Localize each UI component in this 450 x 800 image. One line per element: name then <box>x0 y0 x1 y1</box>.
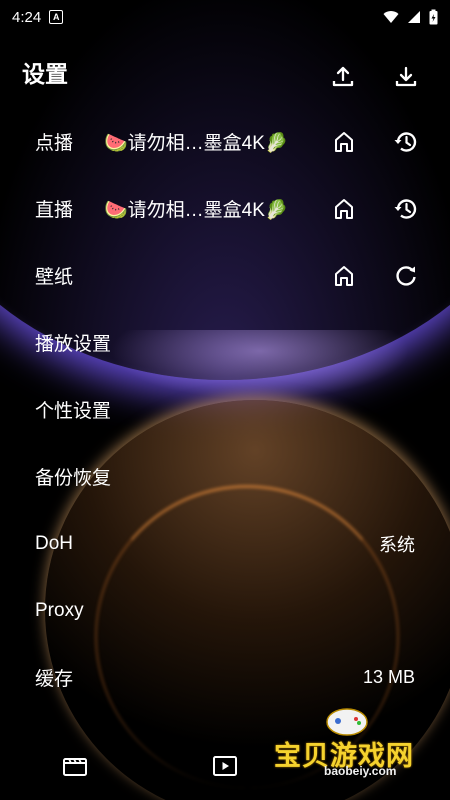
upload-icon <box>332 66 354 87</box>
row-personalization[interactable]: 个性设置 <box>0 376 450 443</box>
battery-icon <box>429 9 438 25</box>
row-cache[interactable]: 缓存 13 MB <box>0 644 450 711</box>
upload-button[interactable] <box>323 57 363 97</box>
wifi-icon <box>383 11 399 23</box>
vod-history-button[interactable] <box>388 124 424 160</box>
signal-icon <box>408 11 420 23</box>
settings-header: 设置 <box>0 45 450 105</box>
home-icon <box>335 265 353 286</box>
download-icon <box>395 66 417 87</box>
gamepad-icon <box>326 708 368 736</box>
row-label: 点播 <box>35 133 74 154</box>
row-label: 直播 <box>35 200 74 221</box>
row-label: Proxy <box>35 599 84 621</box>
watermark-url: baobeiy.com <box>324 764 397 778</box>
watermark-logo: 宝贝游戏网 baobeiy.com <box>264 704 414 784</box>
row-label: 备份恢复 <box>35 468 112 489</box>
home-icon <box>335 131 353 152</box>
status-time: 4:24 <box>12 8 42 26</box>
vod-source-selector[interactable]: 🍉请勿相…墨盒4K🥬 <box>104 128 289 155</box>
row-label: 缓存 <box>35 669 74 690</box>
live-home-button[interactable] <box>326 191 362 227</box>
play-icon <box>213 756 237 776</box>
wallpaper-refresh-button[interactable] <box>388 258 424 294</box>
doh-value: 系统 <box>379 534 415 555</box>
row-label: 播放设置 <box>35 334 112 355</box>
row-live[interactable]: 直播 🍉请勿相…墨盒4K🥬 <box>0 175 450 242</box>
page-title: 设置 <box>22 61 68 87</box>
row-label: 个性设置 <box>35 401 112 422</box>
home-icon <box>335 198 353 219</box>
live-history-button[interactable] <box>388 191 424 227</box>
row-proxy[interactable]: Proxy <box>0 577 450 644</box>
settings-list: 点播 🍉请勿相…墨盒4K🥬 直播 🍉请勿相…墨盒4K🥬 壁纸 播放设置 个性设置 <box>0 108 450 711</box>
live-source-selector[interactable]: 🍉请勿相…墨盒4K🥬 <box>104 195 289 222</box>
row-playback-settings[interactable]: 播放设置 <box>0 309 450 376</box>
nav-live-button[interactable] <box>205 750 245 782</box>
history-icon <box>394 131 417 152</box>
wallpaper-home-button[interactable] <box>326 258 362 294</box>
status-bar: 4:24 A <box>0 0 450 34</box>
row-vod[interactable]: 点播 🍉请勿相…墨盒4K🥬 <box>0 108 450 175</box>
row-doh[interactable]: DoH 系统 <box>0 510 450 577</box>
history-icon <box>394 198 417 219</box>
row-label: 壁纸 <box>35 267 74 288</box>
film-icon <box>63 758 87 776</box>
cache-size-value: 13 MB <box>362 667 415 687</box>
notification-icon: A <box>49 10 64 24</box>
download-button[interactable] <box>386 57 426 97</box>
row-label: DoH <box>35 532 74 554</box>
vod-home-button[interactable] <box>326 124 362 160</box>
nav-vod-button[interactable] <box>55 750 95 782</box>
refresh-icon <box>396 265 416 286</box>
row-wallpaper[interactable]: 壁纸 <box>0 242 450 309</box>
row-backup-restore[interactable]: 备份恢复 <box>0 443 450 510</box>
